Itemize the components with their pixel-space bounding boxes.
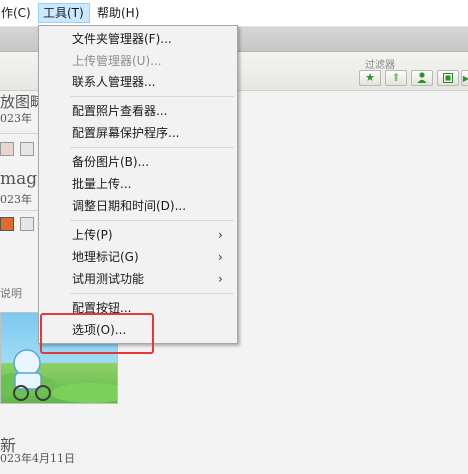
menu-item-batch-upload[interactable]: 批量上传... (72, 174, 131, 194)
caption-text: 说明 (0, 287, 22, 300)
menu-item-upload-manager: 上传管理器(U)... (72, 54, 162, 68)
menu-item-upload[interactable]: 上传(P) (72, 225, 113, 245)
submenu-arrow-icon: › (218, 250, 223, 264)
folder-date-1: 023年 (0, 112, 32, 125)
film-icon (443, 73, 453, 83)
menu-bar: 作(C) 工具(T) 帮助(H) (0, 0, 468, 27)
folder-action-icon[interactable] (0, 217, 14, 231)
menu-separator (70, 220, 234, 221)
play-icon: ▶ (462, 74, 468, 83)
folder-action-icon[interactable] (20, 142, 34, 156)
star-filter-button[interactable]: ★ (359, 70, 381, 86)
menu-item-geotag[interactable]: 地理标记(G) (72, 247, 139, 267)
upload-filter-button[interactable]: ⬆ (385, 70, 407, 86)
folder-date-3: 023年4月11日 (0, 452, 75, 465)
folder-date-2: 023年 (0, 193, 32, 206)
menu-operation[interactable]: 作(C) (0, 3, 35, 23)
menu-item-folder-manager[interactable]: 文件夹管理器(F)... (72, 29, 172, 49)
menu-item-backup-pictures[interactable]: 备份图片(B)... (72, 152, 149, 172)
menu-separator (70, 293, 234, 294)
person-icon (417, 72, 427, 83)
filter-label: 过滤器 (365, 60, 395, 71)
person-filter-button[interactable] (411, 70, 433, 86)
annotation-highlight-box (40, 313, 154, 354)
tools-dropdown-menu: 文件夹管理器(F)... 上传管理器(U)... 联系人管理器... 配置照片查… (38, 25, 238, 344)
folder-action-icon[interactable] (20, 217, 34, 231)
star-icon: ★ (365, 71, 375, 84)
menu-item-experimental-features[interactable]: 试用测试功能 (72, 269, 144, 289)
submenu-arrow-icon: › (218, 272, 223, 286)
menu-help[interactable]: 帮助(H) (93, 3, 143, 23)
menu-item-screensaver-config[interactable]: 配置屏幕保护程序... (72, 123, 179, 143)
menu-separator (70, 147, 234, 148)
play-filter-button[interactable]: ▶ (461, 70, 468, 86)
film-filter-button[interactable] (437, 70, 459, 86)
menu-item-photo-viewer-config[interactable]: 配置照片查看器... (72, 101, 167, 121)
up-arrow-icon: ⬆ (391, 71, 401, 84)
menu-separator (70, 96, 234, 97)
folder-action-icon[interactable] (0, 142, 14, 156)
menu-item-contact-manager[interactable]: 联系人管理器... (72, 72, 155, 92)
submenu-arrow-icon: › (218, 228, 223, 242)
menu-item-adjust-date-time[interactable]: 调整日期和时间(D)... (72, 196, 186, 216)
menu-tools[interactable]: 工具(T) (38, 3, 90, 23)
